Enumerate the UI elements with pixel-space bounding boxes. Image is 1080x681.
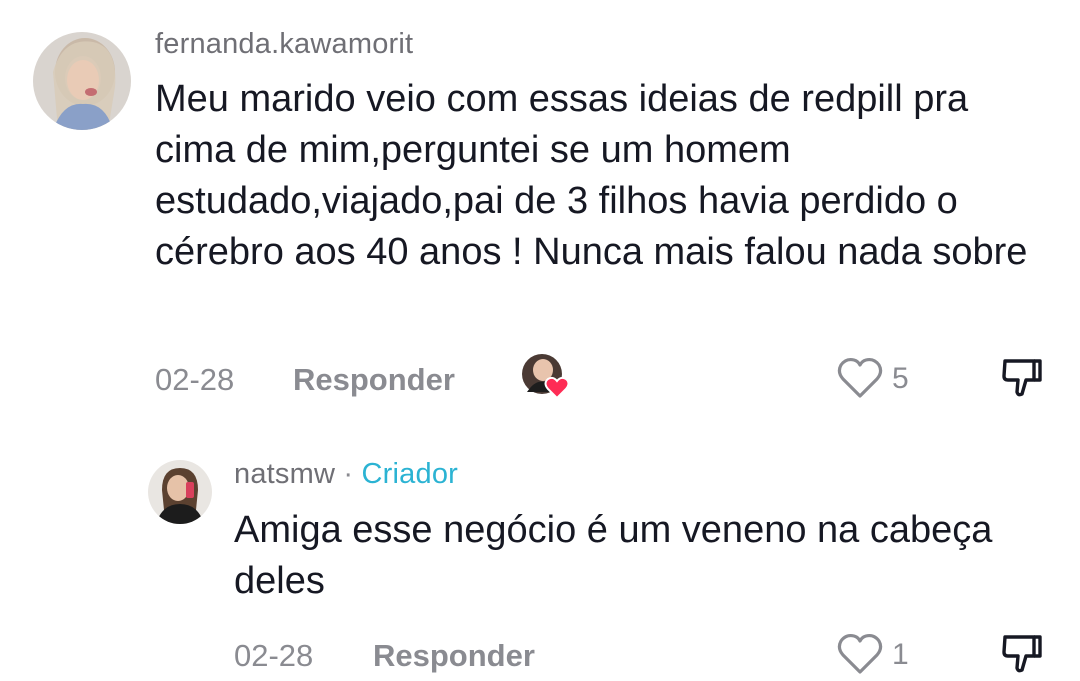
dislike-icon[interactable] — [1000, 632, 1046, 676]
creator-badge: Criador — [361, 458, 459, 490]
reply-button[interactable]: Responder — [293, 362, 455, 398]
heart-outline-icon[interactable] — [835, 632, 885, 676]
avatar[interactable] — [148, 460, 212, 524]
like-count: 5 — [892, 362, 909, 395]
comment-date: 02-28 — [155, 362, 235, 397]
reply-text: Amiga esse negócio é um veneno na cabeça… — [234, 509, 993, 602]
avatar[interactable] — [33, 32, 131, 130]
heart-outline-icon[interactable] — [835, 356, 885, 400]
like-count: 1 — [892, 638, 909, 671]
reply-date: 02-28 — [234, 638, 314, 673]
reply-button[interactable]: Responder — [373, 638, 535, 674]
creator-liked-heart-icon — [521, 352, 573, 400]
comment-text: Meu marido veio com essas ideias de redp… — [155, 78, 1028, 273]
reply-username[interactable]: natsmw — [234, 458, 335, 490]
dislike-icon[interactable] — [1000, 356, 1046, 400]
comment-username[interactable]: fernanda.kawamorit — [155, 28, 413, 61]
separator: · — [343, 458, 354, 490]
reply-username-line: natsmw · Criador — [234, 458, 458, 491]
